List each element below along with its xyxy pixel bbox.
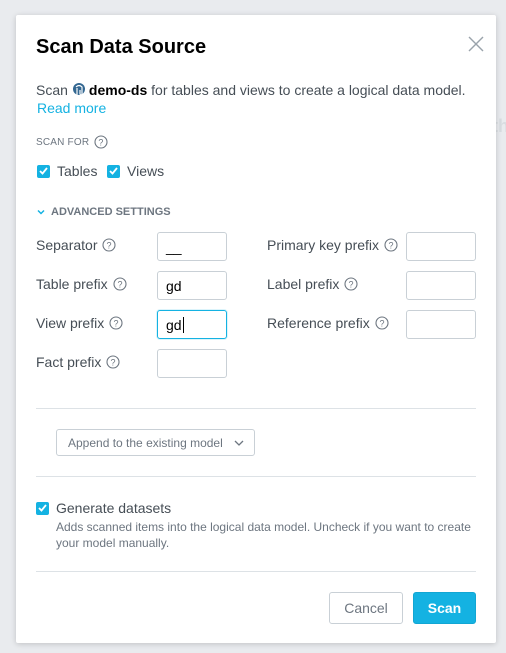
view-prefix-label-row: View prefix ? (36, 315, 123, 331)
advanced-settings-toggle[interactable]: ADVANCED SETTINGS (36, 206, 171, 218)
separator-label: Separator (36, 237, 98, 253)
table-prefix-label-row: Table prefix ? (36, 276, 127, 292)
table-prefix-label: Table prefix (36, 276, 108, 292)
view-prefix-label: View prefix (36, 315, 105, 331)
reference-prefix-input[interactable] (406, 310, 476, 339)
scan-data-source-dialog: Scan Data Source Scan demo-ds for tables… (16, 15, 496, 643)
svg-text:?: ? (349, 279, 354, 289)
separator-input[interactable]: __ (157, 232, 227, 261)
checkmark-icon (39, 167, 48, 175)
svg-text:?: ? (379, 318, 384, 328)
help-icon[interactable]: ? (113, 277, 127, 291)
description-suffix: for tables and views to create a logical… (151, 82, 466, 98)
advanced-settings-label: ADVANCED SETTINGS (51, 206, 171, 218)
scan-mode-selected: Append to the existing model (68, 435, 223, 450)
cancel-button[interactable]: Cancel (329, 592, 403, 624)
chevron-down-icon (234, 440, 244, 446)
tables-checkbox[interactable] (37, 164, 50, 178)
checkmark-icon (109, 167, 118, 175)
svg-text:?: ? (117, 279, 122, 289)
help-icon[interactable]: ? (106, 355, 120, 369)
views-checkbox[interactable] (107, 164, 120, 178)
scan-button[interactable]: Scan (413, 592, 476, 624)
views-label: Views (127, 163, 165, 179)
generate-datasets-checkbox[interactable] (36, 501, 49, 515)
views-checkbox-row[interactable]: Views (107, 163, 164, 179)
help-icon[interactable]: ? (109, 316, 123, 330)
help-icon[interactable]: ? (375, 316, 389, 330)
help-icon[interactable]: ? (344, 277, 358, 291)
description-prefix: Scan (36, 82, 68, 98)
divider (36, 476, 476, 477)
divider (36, 408, 476, 409)
scan-for-heading: SCAN FOR ? (36, 135, 108, 149)
help-icon[interactable]: ? (94, 135, 108, 149)
dialog-description: Scan demo-ds for tables and views to cre… (36, 81, 481, 100)
label-prefix-input[interactable] (406, 271, 476, 300)
help-icon[interactable]: ? (102, 238, 117, 252)
generate-datasets-description: Adds scanned items into the logical data… (56, 520, 471, 550)
svg-text:?: ? (114, 318, 119, 328)
label-prefix-label-row: Label prefix ? (267, 276, 358, 292)
separator-label-row: Separator ? (36, 237, 117, 253)
view-prefix-value: gd (166, 316, 182, 333)
scan-mode-dropdown[interactable]: Append to the existing model (56, 429, 255, 456)
generate-datasets-row[interactable]: Generate datasets (36, 500, 171, 516)
reference-prefix-label: Reference prefix (267, 315, 370, 331)
data-source-name: demo-ds (88, 82, 148, 98)
primary-key-prefix-label-row: Primary key prefix ? (267, 237, 398, 253)
checkmark-icon (38, 504, 47, 512)
tables-label: Tables (57, 163, 98, 179)
chevron-down-icon (37, 209, 45, 215)
text-caret (182, 316, 184, 333)
read-more-link[interactable]: Read more (37, 100, 106, 116)
svg-text:?: ? (111, 357, 116, 367)
view-prefix-input[interactable]: gd (157, 310, 227, 339)
reference-prefix-label-row: Reference prefix ? (267, 315, 389, 331)
dialog-title: Scan Data Source (36, 36, 207, 58)
tables-checkbox-row[interactable]: Tables (37, 163, 97, 179)
svg-text:?: ? (389, 240, 394, 250)
fact-prefix-label: Fact prefix (36, 354, 102, 370)
table-prefix-input[interactable]: gd (157, 271, 227, 300)
primary-key-prefix-input[interactable] (406, 232, 476, 261)
primary-key-prefix-label: Primary key prefix (267, 237, 380, 253)
svg-text:?: ? (107, 240, 112, 250)
fact-prefix-label-row: Fact prefix ? (36, 354, 120, 370)
divider (36, 571, 476, 572)
close-icon[interactable] (467, 35, 485, 53)
scan-for-label: SCAN FOR (36, 136, 90, 148)
help-icon[interactable]: ? (384, 238, 398, 252)
fact-prefix-input[interactable] (157, 349, 227, 378)
svg-text:?: ? (99, 137, 104, 147)
label-prefix-label: Label prefix (267, 276, 340, 292)
postgresql-icon (72, 83, 85, 96)
generate-datasets-label: Generate datasets (56, 500, 172, 516)
